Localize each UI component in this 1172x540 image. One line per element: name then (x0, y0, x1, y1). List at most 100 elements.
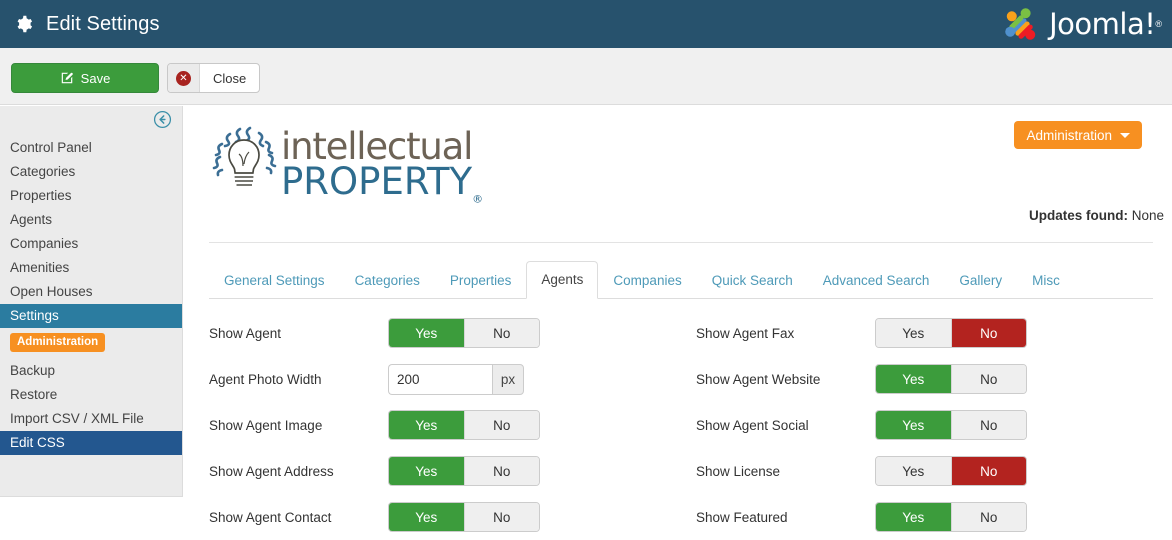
toggle-no[interactable]: No (950, 503, 1026, 531)
toggle-yes[interactable]: Yes (876, 411, 951, 439)
product-logo: intellectual PROPERTY® (209, 122, 509, 207)
sidebar-back-row (0, 106, 182, 136)
settings-tabs: General Settings Categories Properties A… (209, 261, 1153, 299)
field-label: Show License (696, 463, 781, 479)
sidebar-item-open-houses[interactable]: Open Houses (0, 280, 182, 304)
field-show-agent: Show Agent Yes No (209, 310, 679, 356)
sidebar-item-categories[interactable]: Categories (0, 160, 182, 184)
sidebar-item-edit-css[interactable]: Edit CSS (0, 431, 182, 455)
toggle-yes[interactable]: Yes (389, 411, 464, 439)
page-title: Edit Settings (46, 12, 160, 35)
show-agent-social-toggle[interactable]: Yes No (875, 410, 1027, 440)
show-agent-contact-toggle[interactable]: Yes No (388, 502, 540, 532)
show-agent-fax-toggle[interactable]: Yes No (875, 318, 1027, 348)
tab-properties[interactable]: Properties (435, 262, 527, 299)
chevron-down-icon (1120, 132, 1130, 138)
logo-word-property: PROPERTY® (281, 160, 484, 206)
sidebar-item-settings[interactable]: Settings (0, 304, 182, 328)
back-circle-arrow-icon[interactable] (153, 110, 172, 129)
logo-registered-mark: ® (472, 192, 484, 206)
show-agent-website-toggle[interactable]: Yes No (875, 364, 1027, 394)
field-label: Show Featured (696, 509, 788, 525)
toggle-no[interactable]: No (950, 365, 1026, 393)
tab-categories[interactable]: Categories (340, 262, 435, 299)
form-column-right: Show Agent Fax Yes No Show Agent Website… (696, 310, 1166, 540)
registered-mark: ® (1155, 19, 1162, 29)
show-agent-address-toggle[interactable]: Yes No (388, 456, 540, 486)
show-agent-toggle[interactable]: Yes No (388, 318, 540, 348)
toggle-no[interactable]: No (950, 411, 1026, 439)
field-label: Show Agent (209, 325, 282, 341)
field-label: Show Agent Contact (209, 509, 332, 525)
tab-companies[interactable]: Companies (598, 262, 696, 299)
gear-icon[interactable] (10, 11, 36, 37)
sidebar-item-companies[interactable]: Companies (0, 232, 182, 256)
toggle-yes[interactable]: Yes (876, 365, 951, 393)
field-label: Show Agent Fax (696, 325, 795, 341)
show-featured-toggle[interactable]: Yes No (875, 502, 1027, 532)
toggle-yes[interactable]: Yes (389, 319, 464, 347)
save-button-label: Save (80, 70, 111, 86)
toggle-yes[interactable]: Yes (389, 503, 464, 531)
toggle-yes[interactable]: Yes (876, 503, 951, 531)
agent-photo-width-input[interactable] (388, 363, 492, 395)
show-agent-image-toggle[interactable]: Yes No (388, 410, 540, 440)
field-label: Show Agent Website (696, 371, 821, 387)
save-button[interactable]: Save (11, 63, 159, 93)
field-show-agent-fax: Show Agent Fax Yes No (696, 310, 1166, 356)
toggle-no[interactable]: No (950, 319, 1026, 347)
edit-square-icon (61, 72, 73, 84)
toggle-no[interactable]: No (463, 411, 539, 439)
joomla-wordmark: Joomla! (1049, 7, 1156, 41)
field-show-agent-social: Show Agent Social Yes No (696, 402, 1166, 448)
field-label: Agent Photo Width (209, 371, 322, 387)
close-button[interactable]: ✕ Close (167, 63, 261, 93)
administration-dropdown-label: Administration (1026, 127, 1112, 143)
tab-quick-search[interactable]: Quick Search (697, 262, 808, 299)
field-label: Show Agent Image (209, 417, 323, 433)
sidebar-item-properties[interactable]: Properties (0, 184, 182, 208)
updates-found-status: Updates found: None (1029, 208, 1164, 223)
joomla-brand: Joomla! ® (999, 4, 1162, 44)
tab-agents[interactable]: Agents (526, 261, 599, 299)
toggle-no[interactable]: No (950, 457, 1026, 485)
toggle-yes[interactable]: Yes (876, 457, 951, 485)
updates-found-label: Updates found: (1028, 208, 1128, 223)
toggle-no[interactable]: No (463, 457, 539, 485)
main-content: intellectual PROPERTY® Administration Up… (183, 106, 1172, 538)
lightbulb-rays-icon (212, 126, 277, 186)
toggle-no[interactable]: No (463, 503, 539, 531)
header-divider (209, 242, 1153, 243)
form-column-left: Show Agent Yes No Agent Photo Width px S… (209, 310, 679, 540)
sidebar-badge-administration[interactable]: Administration (10, 333, 106, 352)
sidebar-item-import-csv-xml[interactable]: Import CSV / XML File (0, 407, 182, 431)
field-agent-photo-width: Agent Photo Width px (209, 356, 679, 402)
field-label: Show Agent Address (209, 463, 334, 479)
unit-label-px: px (492, 363, 524, 395)
field-show-license: Show License Yes No (696, 448, 1166, 494)
show-license-toggle[interactable]: Yes No (875, 456, 1027, 486)
toggle-yes[interactable]: Yes (389, 457, 464, 485)
action-toolbar: Save ✕ Close (0, 48, 1172, 105)
sidebar-administration-row: Administration (0, 328, 182, 359)
tab-advanced-search[interactable]: Advanced Search (808, 262, 945, 299)
close-button-label: Close (213, 70, 247, 86)
administration-dropdown-button[interactable]: Administration (1014, 121, 1142, 149)
sidebar-item-control-panel[interactable]: Control Panel (0, 136, 182, 160)
sidebar-item-amenities[interactable]: Amenities (0, 256, 182, 280)
sidebar-item-restore[interactable]: Restore (0, 383, 182, 407)
app-header: Edit Settings Joomla! ® (0, 0, 1172, 48)
tab-general-settings[interactable]: General Settings (209, 262, 340, 299)
joomla-mark-icon (1005, 8, 1036, 40)
tab-misc[interactable]: Misc (1017, 262, 1075, 299)
toggle-yes[interactable]: Yes (876, 319, 951, 347)
tab-gallery[interactable]: Gallery (944, 262, 1017, 299)
field-show-agent-image: Show Agent Image Yes No (209, 402, 679, 448)
toggle-no[interactable]: No (463, 319, 539, 347)
sidebar-item-backup[interactable]: Backup (0, 359, 182, 383)
sidebar: Control Panel Categories Properties Agen… (0, 106, 183, 497)
field-show-featured: Show Featured Yes No (696, 494, 1166, 540)
field-show-agent-website: Show Agent Website Yes No (696, 356, 1166, 402)
sidebar-item-agents[interactable]: Agents (0, 208, 182, 232)
field-show-agent-contact: Show Agent Contact Yes No (209, 494, 679, 540)
